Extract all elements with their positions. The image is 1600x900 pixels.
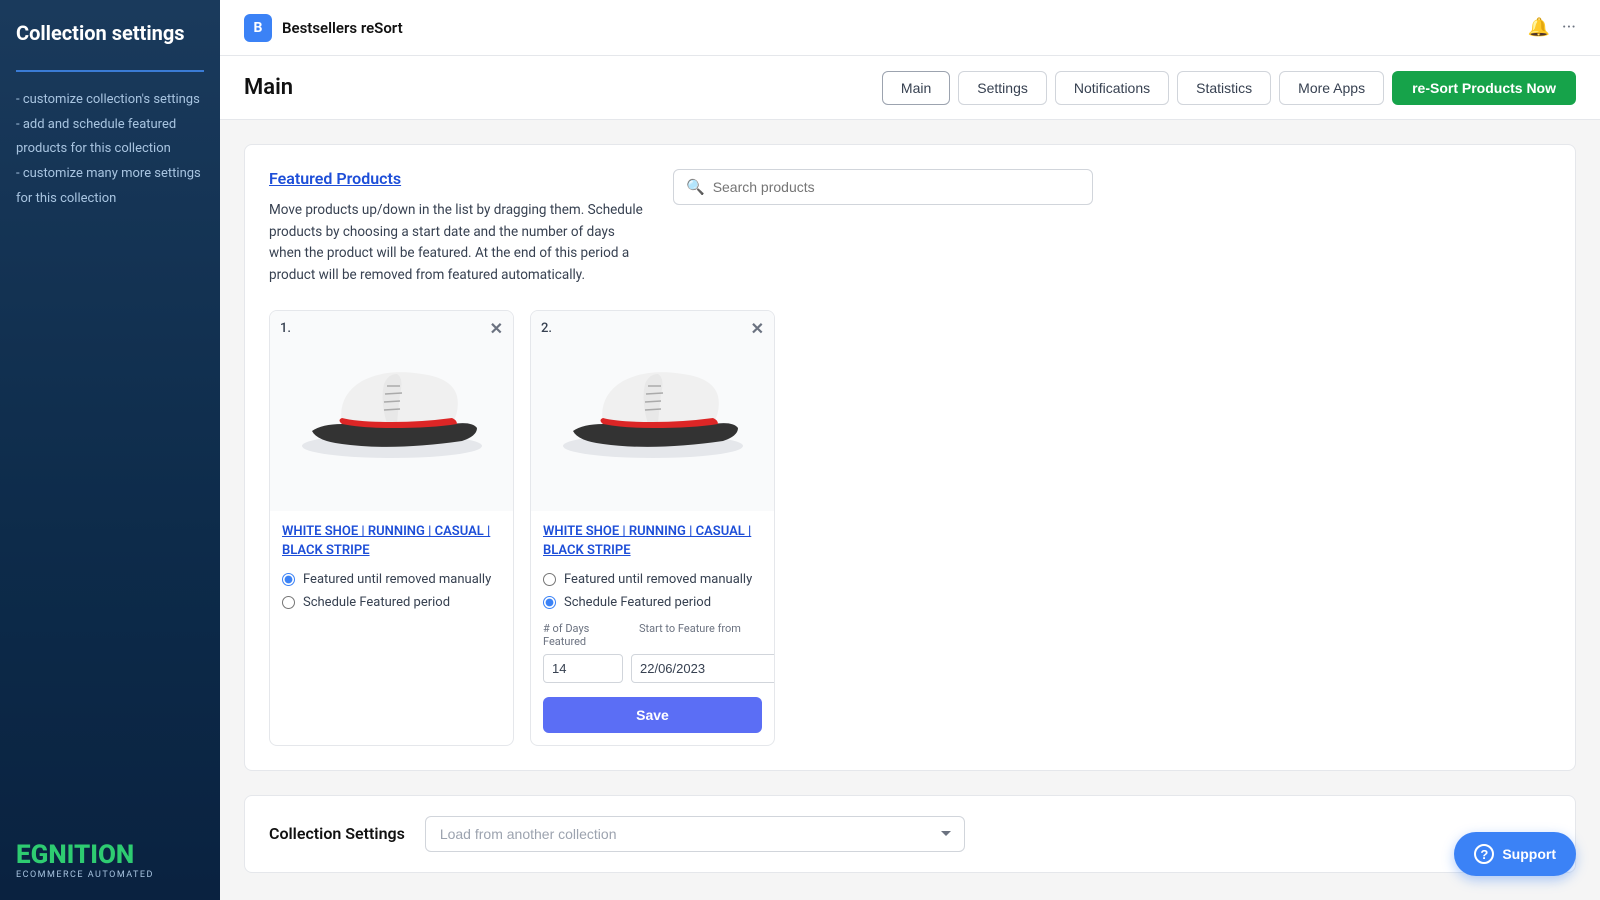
collection-select[interactable]: Load from another collection xyxy=(425,816,965,852)
support-button[interactable]: ? Support xyxy=(1454,832,1576,876)
product-1-radio-manual-label: Featured until removed manually xyxy=(303,572,491,587)
save-button[interactable]: Save xyxy=(543,697,762,733)
search-box: 🔍 xyxy=(673,169,1093,205)
product-1-radio-manual[interactable]: Featured until removed manually xyxy=(282,572,501,587)
more-icon[interactable]: ··· xyxy=(1562,17,1576,38)
product-card-2: 2. ✕ xyxy=(530,310,775,745)
product-2-close-button[interactable]: ✕ xyxy=(751,319,764,338)
tab-settings[interactable]: Settings xyxy=(958,71,1047,105)
collection-settings-section: Collection Settings Load from another co… xyxy=(244,795,1576,873)
date-input[interactable] xyxy=(631,654,775,683)
product-2-radio-schedule-label: Schedule Featured period xyxy=(564,595,711,610)
schedule-fields: # of Days Featured Start to Feature from… xyxy=(543,622,762,733)
shoe-image-1 xyxy=(292,351,492,471)
featured-header: Featured Products Move products up/down … xyxy=(269,169,1551,286)
product-1-radio-schedule[interactable]: Schedule Featured period xyxy=(282,595,501,610)
sidebar-nav-item-1: - customize collection's settings xyxy=(16,88,204,113)
topbar: B Bestsellers reSort 🔔 ··· xyxy=(220,0,1600,56)
app-name: Bestsellers reSort xyxy=(282,19,1527,37)
search-container: 🔍 xyxy=(673,169,1551,205)
product-2-radio-schedule[interactable]: Schedule Featured period xyxy=(543,595,762,610)
page-title: Main xyxy=(244,75,882,100)
product-2-image xyxy=(531,311,774,511)
tab-notifications[interactable]: Notifications xyxy=(1055,71,1169,105)
product-2-radio-manual-label: Featured until removed manually xyxy=(564,572,752,587)
product-1-radio-group: Featured until removed manually Schedule… xyxy=(282,572,501,610)
support-label: Support xyxy=(1502,846,1556,862)
collection-settings-label: Collection Settings xyxy=(269,824,405,843)
sidebar: Collection settings - customize collecti… xyxy=(0,0,220,900)
days-input[interactable] xyxy=(543,654,623,683)
featured-description-area: Featured Products Move products up/down … xyxy=(269,169,649,286)
sidebar-nav: - customize collection's settings - add … xyxy=(16,88,204,211)
schedule-labels: # of Days Featured Start to Feature from xyxy=(543,622,762,648)
sidebar-logo: EGNITION ECOMMERCE AUTOMATED xyxy=(16,820,204,880)
sidebar-divider xyxy=(16,70,204,72)
tab-main[interactable]: Main xyxy=(882,71,950,105)
sidebar-title: Collection settings xyxy=(16,20,204,46)
product-card-1: 1. ✕ xyxy=(269,310,514,745)
product-1-radio-schedule-label: Schedule Featured period xyxy=(303,595,450,610)
app-icon: B xyxy=(244,14,272,42)
main-content: B Bestsellers reSort 🔔 ··· Main Main Set… xyxy=(220,0,1600,900)
search-icon: 🔍 xyxy=(686,178,705,196)
product-1-close-button[interactable]: ✕ xyxy=(490,319,503,338)
product-1-image xyxy=(270,311,513,511)
sidebar-nav-item-3: - customize many more settings for this … xyxy=(16,162,204,211)
product-2-name[interactable]: WHITE SHOE | RUNNING | CASUAL | BLACK ST… xyxy=(543,523,762,559)
featured-description: Move products up/down in the list by dra… xyxy=(269,200,649,286)
sidebar-nav-item-2: - add and schedule featured products for… xyxy=(16,113,204,162)
product-2-info: WHITE SHOE | RUNNING | CASUAL | BLACK ST… xyxy=(531,511,774,744)
product-1-number: 1. xyxy=(280,321,291,336)
logo-rest: GNITION xyxy=(31,840,135,870)
search-input[interactable] xyxy=(713,179,1080,195)
logo-brand: EGNITION xyxy=(16,840,204,870)
logo-e: E xyxy=(16,840,31,870)
tab-statistics[interactable]: Statistics xyxy=(1177,71,1271,105)
support-icon: ? xyxy=(1474,844,1494,864)
schedule-inputs xyxy=(543,654,762,683)
start-label: Start to Feature from xyxy=(639,622,741,648)
featured-title: Featured Products xyxy=(269,169,649,188)
shoe-image-2 xyxy=(553,351,753,471)
tab-more-apps[interactable]: More Apps xyxy=(1279,71,1384,105)
days-label: # of Days Featured xyxy=(543,622,623,648)
topbar-icons: 🔔 ··· xyxy=(1527,17,1576,38)
logo-sub: ECOMMERCE AUTOMATED xyxy=(16,870,204,880)
content-body: Featured Products Move products up/down … xyxy=(220,120,1600,900)
product-1-name[interactable]: WHITE SHOE | RUNNING | CASUAL | BLACK ST… xyxy=(282,523,501,559)
product-2-radio-manual[interactable]: Featured until removed manually xyxy=(543,572,762,587)
product-2-radio-group: Featured until removed manually Schedule… xyxy=(543,572,762,610)
content-header: Main Main Settings Notifications Statist… xyxy=(220,56,1600,120)
nav-tabs: Main Settings Notifications Statistics M… xyxy=(882,71,1576,105)
bell-icon[interactable]: 🔔 xyxy=(1527,17,1549,38)
product-2-number: 2. xyxy=(541,321,552,336)
product-1-info: WHITE SHOE | RUNNING | CASUAL | BLACK ST… xyxy=(270,511,513,621)
featured-products-section: Featured Products Move products up/down … xyxy=(244,144,1576,771)
products-grid: 1. ✕ xyxy=(269,310,1551,745)
re-sort-button[interactable]: re-Sort Products Now xyxy=(1392,71,1576,105)
